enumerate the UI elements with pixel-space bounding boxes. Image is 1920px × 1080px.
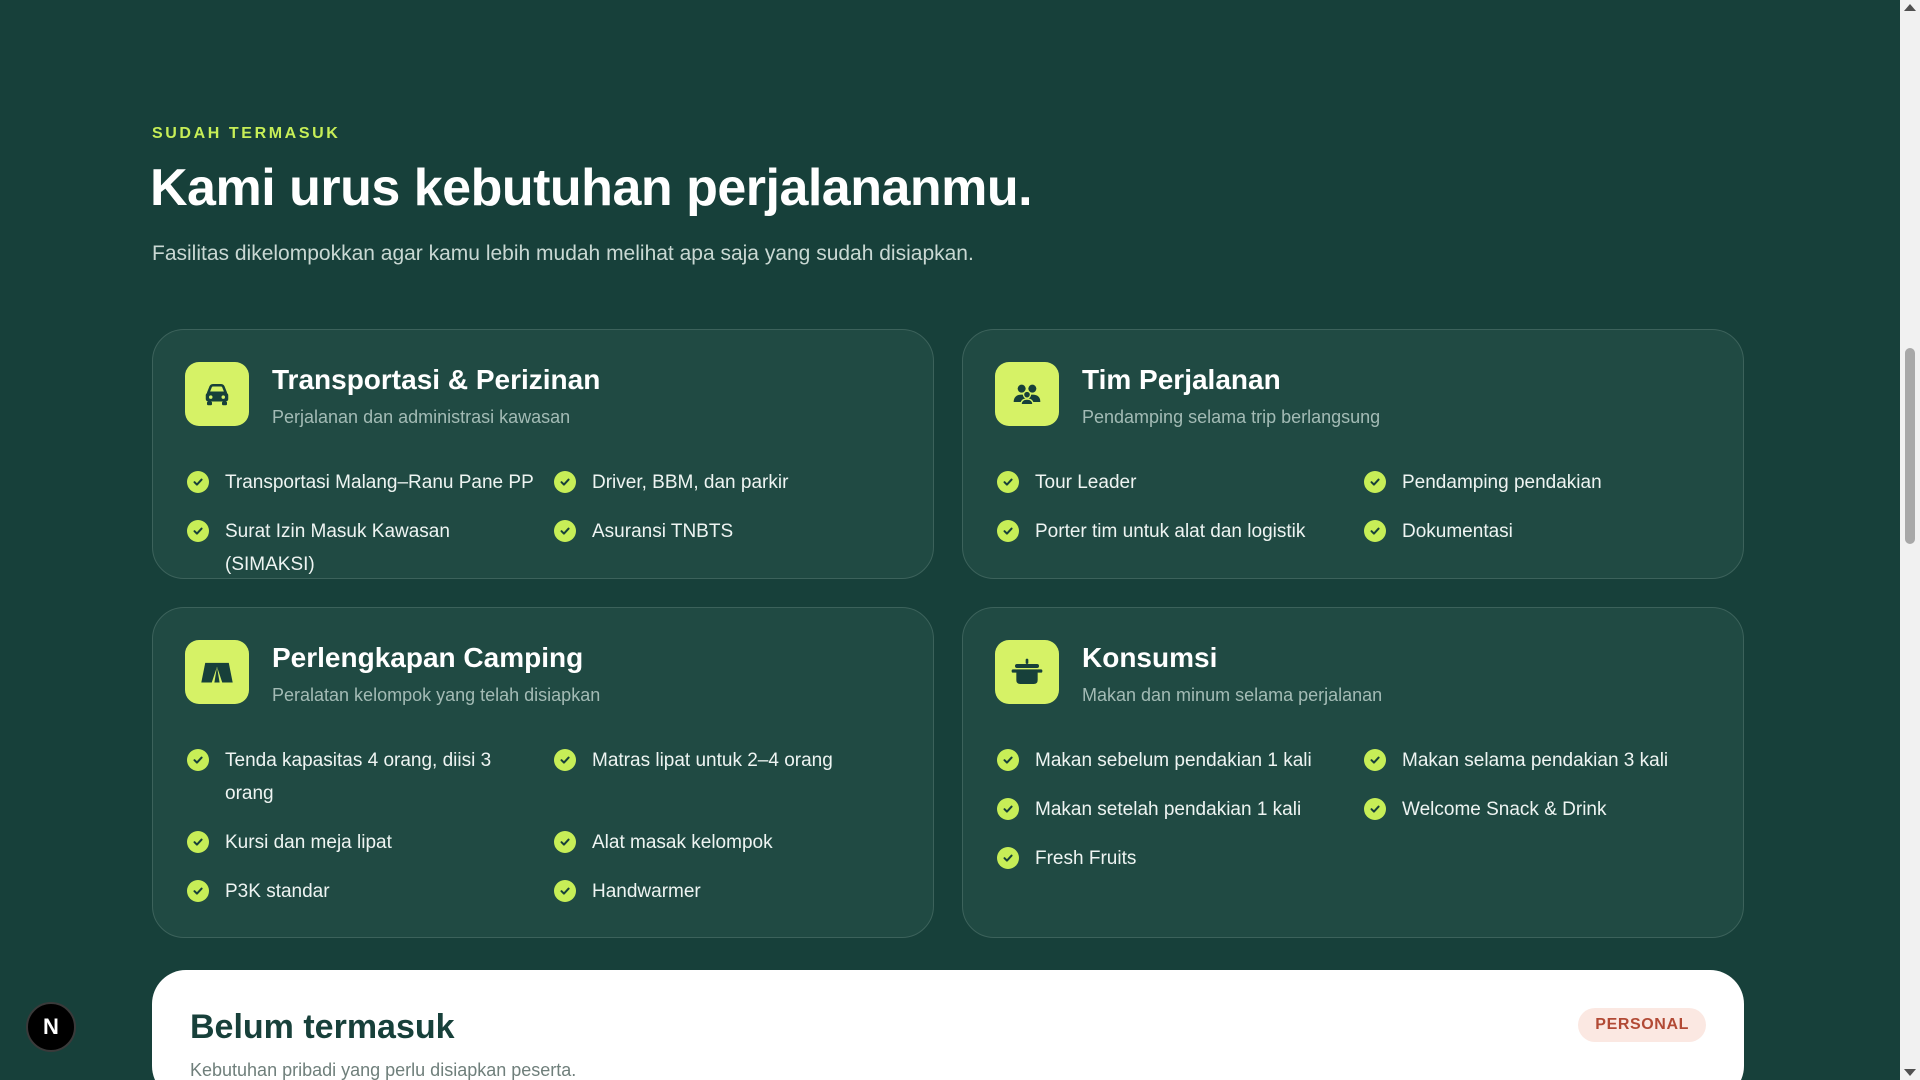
list-item-label: Driver, BBM, dan parkir [592, 472, 789, 493]
list-item-label: Matras lipat untuk 2–4 orang [592, 750, 833, 771]
section-eyebrow: SUDAH TERMASUK [152, 125, 341, 142]
check-icon [187, 880, 209, 902]
card-subtitle: Pendamping selama trip berlangsung [1082, 407, 1381, 427]
card-transportasi: Transportasi & Perizinan Perjalanan dan … [152, 329, 934, 579]
section-title: Kami urus kebutuhan perjalananmu. [150, 159, 1033, 217]
list-item: P3K standar [187, 875, 537, 908]
dev-tools-button[interactable]: N [26, 1002, 76, 1052]
card-konsumsi: Konsumsi Makan dan minum selama perjalan… [962, 607, 1744, 938]
check-icon [554, 880, 576, 902]
check-icon [554, 520, 576, 542]
list-item-label: Makan selama pendakian 3 kali [1402, 750, 1669, 771]
card-title: Konsumsi [1082, 642, 1218, 673]
list-item: Makan sebelum pendakian 1 kali [997, 744, 1347, 777]
list-item: Tour Leader [997, 466, 1347, 499]
check-icon [997, 749, 1019, 771]
card-subtitle: Perjalanan dan administrasi kawasan [272, 407, 571, 427]
list-item: Handwarmer [554, 875, 904, 908]
list-item-label: Dokumentasi [1402, 521, 1513, 542]
check-icon [187, 831, 209, 853]
excluded-subtitle: Kebutuhan pribadi yang perlu disiapkan p… [190, 1060, 577, 1080]
list-item: Porter tim untuk alat dan logistik [997, 515, 1347, 548]
list-item: Transportasi Malang–Ranu Pane PP [187, 466, 537, 499]
check-icon [187, 520, 209, 542]
list-item: Tenda kapasitas 4 orang, diisi 3 orang [187, 744, 537, 810]
list-item-label: Surat Izin Masuk Kawasan (SIMAKSI) [225, 521, 450, 575]
card-title: Tim Perjalanan [1082, 364, 1281, 395]
list-item-label: Pendamping pendakian [1402, 472, 1602, 493]
card-subtitle: Peralatan kelompok yang telah disiapkan [272, 685, 601, 705]
check-icon [187, 749, 209, 771]
page: SUDAH TERMASUK Kami urus kebutuhan perja… [0, 0, 1900, 1080]
list-item-label: P3K standar [225, 881, 330, 902]
check-icon [1364, 520, 1386, 542]
list-item-label: Alat masak kelompok [592, 832, 773, 853]
check-icon [1364, 749, 1386, 771]
check-icon [554, 471, 576, 493]
tent-icon [185, 640, 249, 704]
list-item-label: Welcome Snack & Drink [1402, 799, 1607, 820]
check-icon [997, 798, 1019, 820]
excluded-card: Belum termasuk Kebutuhan pribadi yang pe… [152, 970, 1744, 1080]
check-icon [1364, 471, 1386, 493]
list-item: Makan selama pendakian 3 kali [1364, 744, 1714, 777]
check-icon [1364, 798, 1386, 820]
list-item: Asuransi TNBTS [554, 515, 904, 548]
list-item-label: Handwarmer [592, 881, 701, 902]
list-item-label: Makan setelah pendakian 1 kali [1035, 799, 1302, 820]
card-title: Perlengkapan Camping [272, 642, 584, 673]
check-icon [554, 831, 576, 853]
section-subtitle: Fasilitas dikelompokkan agar kamu lebih … [152, 242, 974, 265]
check-icon [997, 471, 1019, 493]
card-perlengkapan-camping: Perlengkapan Camping Peralatan kelompok … [152, 607, 934, 938]
car-icon [185, 362, 249, 426]
list-item: Alat masak kelompok [554, 826, 904, 859]
scrollbar-thumb[interactable] [1905, 348, 1915, 544]
personal-badge: PERSONAL [1578, 1008, 1706, 1042]
excluded-title: Belum termasuk [190, 1008, 455, 1046]
list-item-label: Tenda kapasitas 4 orang, diisi 3 orang [225, 750, 492, 804]
list-item-label: Asuransi TNBTS [592, 521, 734, 542]
cooking-pot-icon [995, 640, 1059, 704]
scrollbar[interactable] [1900, 0, 1920, 1080]
card-tim-perjalanan: Tim Perjalanan Pendamping selama trip be… [962, 329, 1744, 579]
list-item-label: Transportasi Malang–Ranu Pane PP [225, 472, 534, 493]
check-icon [997, 520, 1019, 542]
list-item-label: Makan sebelum pendakian 1 kali [1035, 750, 1312, 771]
list-item: Kursi dan meja lipat [187, 826, 537, 859]
check-icon [554, 749, 576, 771]
list-item: Pendamping pendakian [1364, 466, 1714, 499]
card-subtitle: Makan dan minum selama perjalanan [1082, 685, 1383, 705]
list-item-label: Porter tim untuk alat dan logistik [1035, 521, 1306, 542]
list-item: Welcome Snack & Drink [1364, 793, 1714, 826]
card-title: Transportasi & Perizinan [272, 364, 601, 395]
list-item: Dokumentasi [1364, 515, 1714, 548]
list-item-label: Fresh Fruits [1035, 848, 1137, 869]
list-item: Matras lipat untuk 2–4 orang [554, 744, 904, 777]
scroll-down-arrow-icon[interactable] [1904, 1069, 1916, 1076]
check-icon [997, 847, 1019, 869]
list-item-label: Tour Leader [1035, 472, 1137, 493]
list-item: Surat Izin Masuk Kawasan (SIMAKSI) [187, 515, 537, 581]
scroll-up-arrow-icon[interactable] [1904, 4, 1916, 11]
list-item: Makan setelah pendakian 1 kali [997, 793, 1347, 826]
list-item: Driver, BBM, dan parkir [554, 466, 904, 499]
team-icon [995, 362, 1059, 426]
list-item-label: Kursi dan meja lipat [225, 832, 392, 853]
check-icon [187, 471, 209, 493]
list-item: Fresh Fruits [997, 842, 1347, 875]
